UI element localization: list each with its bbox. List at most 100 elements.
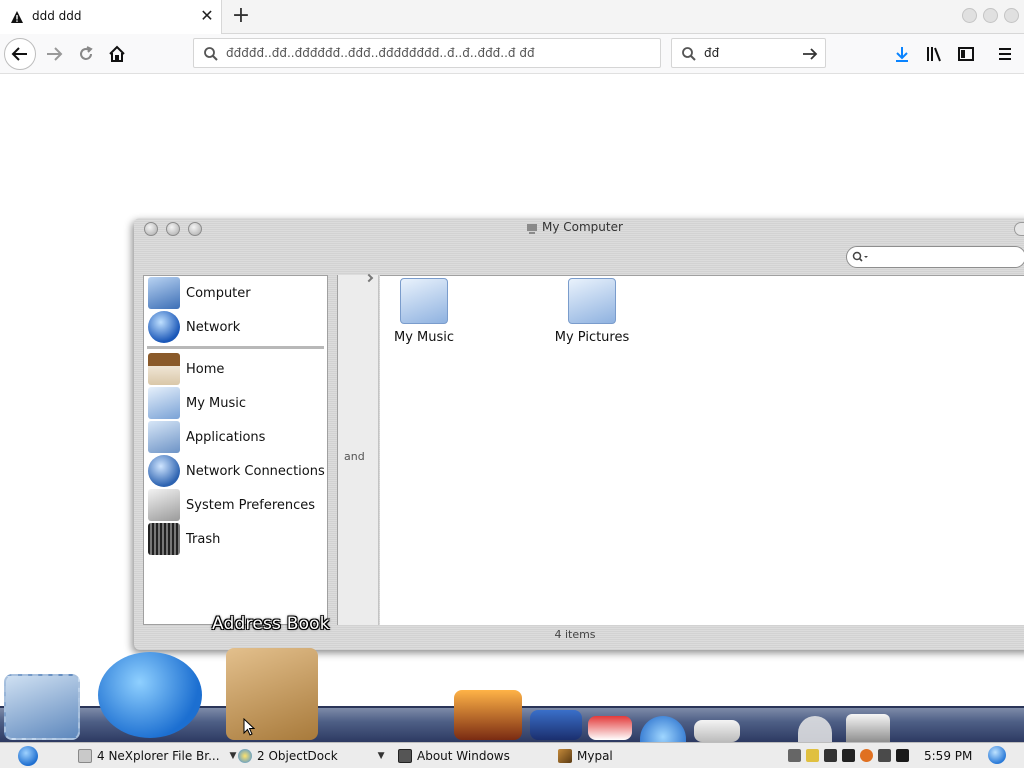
new-tab-button[interactable]: +	[229, 5, 253, 29]
zoom-traffic-button[interactable]	[188, 222, 202, 236]
column-text-fragment: and	[344, 450, 365, 463]
trash-icon[interactable]	[846, 714, 890, 742]
library-button[interactable]	[918, 38, 950, 70]
imovie-icon[interactable]	[530, 710, 582, 740]
sidebar-divider	[147, 346, 324, 349]
forward-arrow-icon	[47, 47, 63, 61]
sidebar-item-my-music[interactable]: My Music	[148, 386, 326, 420]
ical-icon[interactable]	[588, 716, 632, 740]
home-button[interactable]	[101, 38, 133, 70]
explorer-icon	[78, 749, 92, 763]
sidebar-item-label: Network Connections	[186, 463, 325, 479]
ichat-icon[interactable]	[98, 652, 202, 738]
start-apple-icon[interactable]	[18, 746, 38, 766]
taskbar-item-label: 4 NeXplorer File Br...	[97, 749, 220, 763]
reload-icon	[80, 46, 93, 60]
close-window-button[interactable]	[1004, 8, 1019, 23]
chevron-right-icon	[364, 273, 374, 283]
back-button[interactable]	[4, 38, 36, 70]
sidebar-item-system-preferences[interactable]: System Preferences	[148, 488, 326, 522]
taskbar-item-objectdock[interactable]: 2 ObjectDock ▼	[238, 747, 385, 765]
sidebar-item-label: My Music	[186, 395, 247, 411]
mail-at-icon[interactable]	[798, 716, 832, 742]
search-icon	[204, 47, 218, 61]
minimize-traffic-button[interactable]	[166, 222, 180, 236]
sidebar-item-label: Trash	[186, 531, 221, 547]
display-tray-icon[interactable]	[896, 749, 909, 762]
sidebar-item-network[interactable]: Network	[148, 310, 326, 344]
taskbar-item-label: About Windows	[417, 749, 510, 763]
url-text: đđđđđ..đđ..đđđđđđ..đđđ..đđđđđđđđ..đ..đ..…	[226, 46, 535, 60]
applications-icon	[148, 421, 180, 453]
taskbar-item-about-windows[interactable]: About Windows	[398, 747, 510, 765]
sidebar-toggle-button[interactable]	[950, 38, 982, 70]
url-bar[interactable]: đđđđđ..đđ..đđđđđđ..đđđ..đđđđđđđđ..đ..đ..…	[193, 38, 661, 68]
sidebar-item-label: Home	[186, 361, 225, 377]
sidebar-item-trash[interactable]: Trash	[148, 522, 326, 556]
maximize-button[interactable]	[983, 8, 998, 23]
network-connections-icon	[148, 455, 180, 487]
search-bar[interactable]: đđ	[671, 38, 826, 68]
finder-search-input[interactable]	[846, 246, 1024, 268]
chevron-down-icon: ▼	[377, 751, 385, 761]
file-label: My Music	[393, 330, 455, 345]
sidebar-item-label: System Preferences	[186, 497, 316, 513]
file-item-my-pictures[interactable]: My Pictures	[542, 278, 642, 345]
shield-tray-icon[interactable]	[806, 749, 819, 762]
taskbar-item-nexplorer[interactable]: 4 NeXplorer File Br... ▼	[78, 747, 236, 765]
library-icon	[927, 47, 941, 62]
sidebar-item-label: Computer	[186, 285, 251, 301]
sidebar-item-computer[interactable]: Computer	[148, 276, 326, 310]
close-traffic-button[interactable]	[144, 222, 158, 236]
browser-tab[interactable]: ddd ddd ✕	[0, 0, 222, 34]
window-icon	[398, 749, 412, 763]
mouse-cursor-icon	[243, 718, 255, 736]
mail-stamp-icon[interactable]	[4, 674, 80, 740]
home-icon	[148, 353, 180, 385]
column-pane: and	[337, 273, 379, 625]
search-go-icon[interactable]	[801, 45, 819, 63]
pictures-folder-icon	[568, 278, 616, 324]
search-icon[interactable]	[988, 746, 1006, 764]
keyboard-tray-icon[interactable]	[788, 749, 801, 762]
address-book-icon[interactable]	[226, 648, 318, 740]
sidebar-item-network-connections[interactable]: Network Connections	[148, 454, 326, 488]
music-folder-icon	[148, 387, 180, 419]
tab-close-icon[interactable]: ✕	[199, 7, 215, 25]
chevron-down-icon: ▼	[229, 751, 237, 761]
file-area: My Music My Pictures	[380, 275, 1024, 625]
reload-button[interactable]	[70, 38, 102, 70]
sidebar-icon	[958, 47, 974, 61]
monitor-tray-icon[interactable]	[824, 749, 837, 762]
forward-button[interactable]	[38, 38, 70, 70]
volume-tray-icon[interactable]	[842, 749, 855, 762]
computer-icon	[527, 224, 537, 234]
iphoto-icon[interactable]	[454, 690, 522, 740]
clock: 5:59 PM	[924, 749, 973, 763]
dock-hover-label: Address Book	[212, 614, 330, 634]
system-preferences-icon	[148, 489, 180, 521]
trash-icon	[148, 523, 180, 555]
sidebar-item-label: Network	[186, 319, 241, 335]
sidebar-item-home[interactable]: Home	[148, 352, 326, 386]
search-input[interactable]: đđ	[704, 46, 719, 60]
window-title: My Computer	[542, 220, 623, 234]
file-item-my-music[interactable]: My Music	[374, 278, 474, 345]
download-icon	[896, 47, 908, 62]
system-preferences-icon[interactable]	[694, 720, 740, 742]
toolbar-toggle-button[interactable]	[1014, 222, 1024, 236]
finder-sidebar: Computer Network Home My Music Applicati…	[143, 275, 328, 625]
computer-icon	[148, 277, 180, 309]
menu-button[interactable]	[989, 38, 1021, 70]
downloads-button[interactable]	[886, 38, 918, 70]
taskbar-item-label: 2 ObjectDock	[257, 749, 338, 763]
network-tray-icon[interactable]	[878, 749, 891, 762]
sidebar-item-applications[interactable]: Applications	[148, 420, 326, 454]
taskbar-item-mypal[interactable]: Mypal	[558, 747, 613, 765]
minimize-button[interactable]	[962, 8, 977, 23]
search-tray-icon[interactable]	[860, 749, 873, 762]
globe-icon	[148, 311, 180, 343]
file-label: My Pictures	[554, 330, 630, 345]
search-icon	[682, 47, 696, 61]
search-icon	[852, 251, 868, 262]
